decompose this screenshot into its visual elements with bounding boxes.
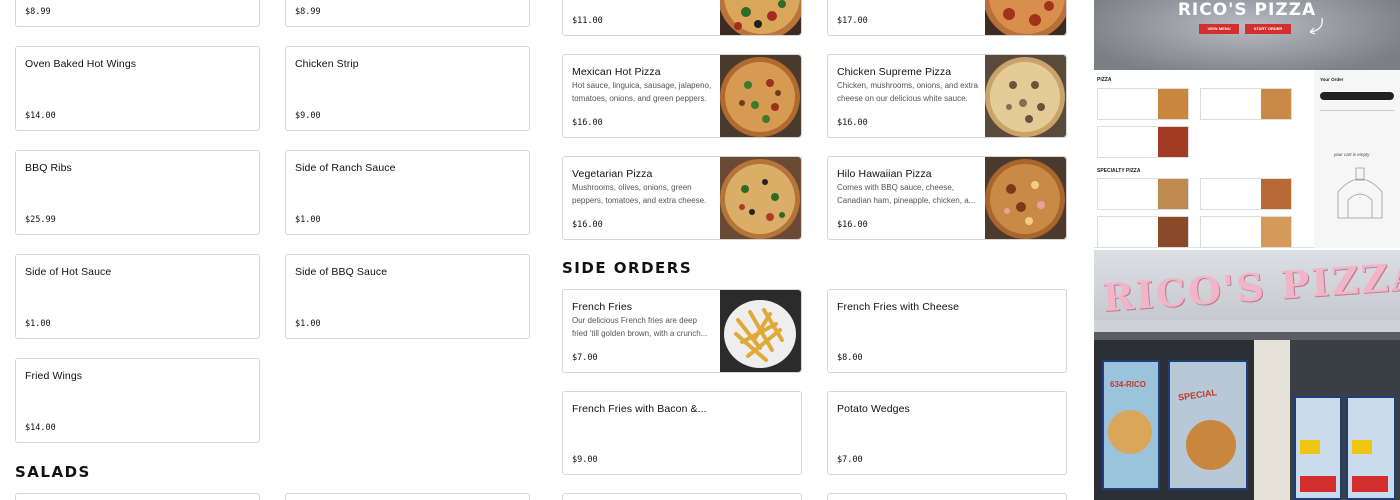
menu-item-card[interactable]: [827, 493, 1067, 500]
item-name: Oven Baked Hot Wings: [25, 58, 137, 70]
menu-item-card[interactable]: [285, 493, 530, 500]
item-name: Side of BBQ Sauce: [295, 266, 388, 278]
menu-item-card[interactable]: French Fries with Bacon &... $9.00: [562, 391, 802, 475]
item-price: $17.00: [837, 16, 868, 26]
menu-item-card[interactable]: French Fries Our delicious French fries …: [562, 289, 802, 373]
item-name: Hilo Hawaiian Pizza: [837, 168, 932, 180]
item-price: $16.00: [837, 118, 868, 128]
item-price: $7.00: [572, 353, 598, 363]
menu-item-card[interactable]: Side of Ranch Sauce $1.00: [285, 150, 530, 235]
item-name: BBQ Ribs: [25, 162, 72, 174]
item-description: Hot sauce, linguica, sausage, jalapeno, …: [572, 81, 712, 103]
menu-item-card[interactable]: Hilo Hawaiian Pizza Comes with BBQ sauce…: [827, 156, 1067, 240]
storefront-phone: 634-RICO: [1110, 380, 1147, 389]
pizza-photo: [985, 55, 1066, 137]
preview-heading: PIZZA: [1097, 77, 1112, 83]
item-name: Chicken Supreme Pizza: [837, 66, 952, 78]
menu-item-card[interactable]: $8.99: [15, 0, 260, 27]
view-menu-button[interactable]: VIEW MENU: [1199, 24, 1239, 34]
item-description: Chicken, mushrooms, onions, and extra ch…: [837, 81, 978, 103]
item-price: $9.00: [295, 111, 321, 121]
promo-column: RICO'S PIZZA VIEW MENU START ORDER PIZZA…: [1094, 0, 1400, 500]
item-name: Mexican Hot Pizza: [572, 66, 661, 78]
menu-item-card[interactable]: French Fries with Cheese $8.00: [827, 289, 1067, 373]
item-name: Side of Ranch Sauce: [295, 162, 396, 174]
item-price: $1.00: [25, 319, 51, 329]
menu-item-card[interactable]: Side of Hot Sauce $1.00: [15, 254, 260, 339]
menu-item-card[interactable]: Potato Wedges $7.00: [827, 391, 1067, 475]
fries-photo: [720, 290, 801, 372]
item-price: $1.00: [295, 215, 321, 225]
preview-empty-cart: your cart is empty: [1334, 152, 1370, 157]
preview-specialty-heading: SPECIALTY PIZZA: [1097, 168, 1141, 174]
item-price: $16.00: [572, 118, 603, 128]
preview-order-title: Your Order: [1320, 77, 1344, 82]
item-price: $25.99: [25, 215, 56, 225]
menu-item-card[interactable]: Vegetarian Pizza Mushrooms, olives, onio…: [562, 156, 802, 240]
menu-item-card[interactable]: BBQ Ribs $25.99: [15, 150, 260, 235]
banner-title: RICO'S PIZZA: [1177, 0, 1317, 20]
start-order-button[interactable]: START ORDER: [1245, 24, 1291, 34]
item-price: $8.00: [837, 353, 863, 363]
item-price: $8.99: [295, 7, 321, 17]
menu-item-card[interactable]: $11.00: [562, 0, 802, 36]
storefront-photo: RICO'S PIZZA 634-RICO SPECIAL: [1094, 250, 1400, 500]
pizza-photo: [720, 157, 801, 239]
menu-item-card[interactable]: Mexican Hot Pizza Hot sauce, linguica, s…: [562, 54, 802, 138]
menu-item-card[interactable]: $17.00: [827, 0, 1067, 36]
menu-preview: PIZZA SPECIALTY PIZZA Your Order your ca…: [1094, 70, 1400, 248]
item-price: $16.00: [572, 220, 603, 230]
item-description: Our delicious French fries are deep frie…: [572, 316, 708, 338]
pizza-oven-icon: [1337, 167, 1383, 219]
arrow-icon: [1309, 17, 1323, 35]
pizza-photo: [985, 0, 1066, 35]
promo-banner: RICO'S PIZZA VIEW MENU START ORDER: [1094, 0, 1400, 70]
item-price: $9.00: [572, 455, 598, 465]
item-name: Chicken Strip: [295, 58, 359, 70]
item-name: French Fries with Bacon &...: [572, 403, 707, 415]
section-heading-salads: SALADS: [15, 463, 91, 481]
pizza-photo: [720, 0, 801, 35]
item-price: $11.00: [572, 16, 603, 26]
menu-item-card[interactable]: $8.99: [285, 0, 530, 27]
pizza-photo: [720, 55, 801, 137]
pizza-photo: [985, 157, 1066, 239]
item-name: Vegetarian Pizza: [572, 168, 653, 180]
item-name: Fried Wings: [25, 370, 83, 382]
section-heading-side-orders: SIDE ORDERS: [562, 259, 693, 277]
item-price: $8.99: [25, 7, 51, 17]
menu-item-card[interactable]: Chicken Strip $9.00: [285, 46, 530, 131]
item-price: $1.00: [295, 319, 321, 329]
item-name: French Fries with Cheese: [837, 301, 960, 313]
item-price: $16.00: [837, 220, 868, 230]
item-price: $7.00: [837, 455, 863, 465]
item-name: Side of Hot Sauce: [25, 266, 112, 278]
menu-item-card[interactable]: Side of BBQ Sauce $1.00: [285, 254, 530, 339]
item-description: Comes with BBQ sauce, cheese, Canadian h…: [837, 183, 976, 205]
menu-item-card[interactable]: Fried Wings $14.00: [15, 358, 260, 443]
menu-item-card[interactable]: [562, 493, 802, 500]
item-description: Mushrooms, olives, onions, green peppers…: [572, 183, 707, 205]
preview-order-panel: Your Order your cart is empty: [1314, 70, 1400, 248]
menu-item-card[interactable]: Chicken Supreme Pizza Chicken, mushrooms…: [827, 54, 1067, 138]
menu-item-card[interactable]: [15, 493, 260, 500]
menu-item-card[interactable]: Oven Baked Hot Wings $14.00: [15, 46, 260, 131]
item-price: $14.00: [25, 111, 56, 121]
item-name: French Fries: [572, 301, 633, 313]
item-name: Potato Wedges: [837, 403, 910, 415]
item-price: $14.00: [25, 423, 56, 433]
